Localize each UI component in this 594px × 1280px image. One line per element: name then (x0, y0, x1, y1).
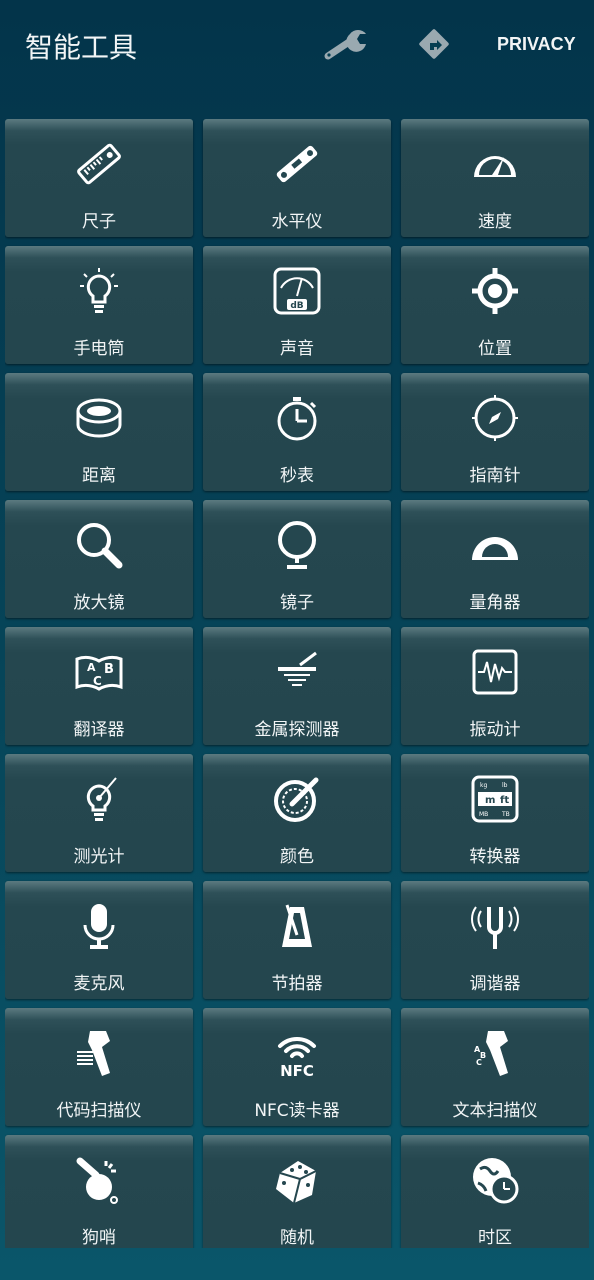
svg-text:B: B (104, 662, 114, 677)
nfc-icon: NFC (278, 1036, 316, 1078)
tool-tile[interactable]: 水平仪 (203, 119, 391, 237)
tool-tile[interactable]: 手电筒 (5, 246, 193, 364)
tool-label: 节拍器 (271, 974, 323, 994)
tool-tile[interactable]: 代码扫描仪 (5, 1008, 193, 1126)
tool-grid: 尺子 水平仪 速度 手电筒 dB 声音 位置 距离 秒表 指南针 放大镜 镜子 量角器 A B C 翻译器 金属探… (5, 119, 589, 1248)
protractor-icon (472, 537, 518, 560)
location-icon (472, 268, 518, 314)
svg-text:kg: kg (480, 782, 487, 789)
tool-label: NFC读卡器 (254, 1101, 340, 1121)
svg-text:m: m (485, 795, 495, 806)
tool-tile[interactable]: NFC NFC读卡器 (203, 1008, 391, 1126)
tool-label: 颜色 (280, 847, 314, 867)
mirror-icon (278, 521, 316, 569)
tool-label: 手电筒 (73, 339, 125, 359)
tool-label: 量角器 (469, 593, 521, 613)
tool-label: 水平仪 (271, 212, 323, 232)
tool-tile[interactable]: 秒表 (203, 373, 391, 491)
metronome-icon (282, 904, 312, 947)
tool-label: 测光计 (73, 847, 125, 867)
spirit-level-icon (276, 145, 318, 183)
tool-tile[interactable]: A B C 文本扫描仪 (401, 1008, 589, 1126)
tool-label: 随机 (280, 1228, 314, 1248)
ruler-icon (77, 143, 121, 185)
tool-label: 振动计 (469, 720, 521, 740)
tool-label: 时区 (478, 1228, 512, 1248)
vibration-meter-icon (472, 649, 518, 695)
tool-label: 声音 (280, 339, 314, 359)
compass-icon (472, 395, 518, 441)
tuning-fork-icon (471, 906, 519, 949)
svg-text:A: A (87, 661, 96, 674)
tape-measure-icon (76, 398, 122, 438)
tool-tile[interactable]: 速度 (401, 119, 589, 237)
tool-tile[interactable]: 调谐器 (401, 881, 589, 999)
tool-tile[interactable]: 狗哨 (5, 1135, 193, 1248)
dice-icon (276, 1161, 317, 1204)
sound-meter-icon: dB (273, 267, 321, 315)
wrench-icon[interactable] (322, 26, 370, 62)
svg-text:C: C (476, 1058, 482, 1067)
tool-label: 速度 (478, 212, 512, 232)
svg-text:MB: MB (479, 811, 488, 818)
tool-label: 镜子 (280, 593, 314, 613)
tool-label: 转换器 (469, 847, 521, 867)
page-title: 智能工具 (25, 31, 138, 64)
tool-tile[interactable]: 金属探测器 (203, 627, 391, 745)
svg-text:C: C (93, 674, 102, 688)
whistle-icon (76, 1157, 118, 1204)
tool-label: 位置 (478, 339, 512, 359)
tool-tile[interactable]: 颜色 (203, 754, 391, 872)
svg-text:lb: lb (502, 782, 508, 789)
privacy-button[interactable]: PRIVACY (497, 34, 576, 55)
light-meter-icon (86, 777, 117, 821)
metal-detector-icon (278, 651, 317, 686)
tool-tile[interactable]: 时区 (401, 1135, 589, 1248)
tool-tile[interactable]: A B C 翻译器 (5, 627, 193, 745)
tool-tile[interactable]: dB 声音 (203, 246, 391, 364)
color-picker-icon (274, 777, 319, 822)
tool-label: 指南针 (469, 466, 521, 486)
barcode-scanner-icon (77, 1031, 110, 1076)
tool-tile[interactable]: 距离 (5, 373, 193, 491)
svg-text:ft: ft (500, 795, 509, 806)
tool-tile[interactable]: 麦克风 (5, 881, 193, 999)
tool-tile[interactable]: 镜子 (203, 500, 391, 618)
svg-text:NFC: NFC (280, 1062, 314, 1078)
tool-label: 麦克风 (73, 974, 125, 994)
tool-tile[interactable]: 放大镜 (5, 500, 193, 618)
tool-tile[interactable]: 测光计 (5, 754, 193, 872)
tool-label: 尺子 (82, 212, 116, 232)
tool-tile[interactable]: 量角器 (401, 500, 589, 618)
tool-label: 金属探测器 (254, 720, 340, 740)
magnifier-icon (77, 523, 123, 569)
tool-tile[interactable]: 位置 (401, 246, 589, 364)
text-scanner-icon: ABC (474, 1031, 508, 1076)
microphone-icon (83, 904, 115, 949)
tool-label: 翻译器 (73, 720, 125, 740)
tool-label: 放大镜 (73, 593, 125, 613)
svg-text:TB: TB (501, 811, 510, 818)
tool-label: 文本扫描仪 (452, 1101, 538, 1121)
tool-label: 距离 (82, 466, 116, 486)
svg-text:dB: dB (290, 301, 303, 311)
tool-label: 代码扫描仪 (56, 1101, 142, 1121)
tool-tile[interactable]: 尺子 (5, 119, 193, 237)
tool-tile[interactable]: 振动计 (401, 627, 589, 745)
tool-tile[interactable]: 随机 (203, 1135, 391, 1248)
tool-tile[interactable]: 节拍器 (203, 881, 391, 999)
stopwatch-icon (277, 397, 317, 441)
directions-icon[interactable] (416, 26, 452, 62)
tool-tile[interactable]: m ft kg lb MB TB 转换器 (401, 754, 589, 872)
unit-converter-icon: m ft kg lb MB TB (471, 775, 519, 823)
tool-tile[interactable]: 指南针 (401, 373, 589, 491)
tool-label: 狗哨 (82, 1228, 116, 1248)
app-header: 智能工具 PRIVACY (0, 0, 594, 90)
time-zone-icon (473, 1158, 519, 1204)
speedometer-icon (474, 156, 516, 177)
flashlight-bulb-icon (80, 268, 118, 313)
tool-label: 秒表 (280, 466, 314, 486)
tool-label: 调谐器 (469, 974, 521, 994)
translator-icon: A BC (75, 655, 123, 691)
